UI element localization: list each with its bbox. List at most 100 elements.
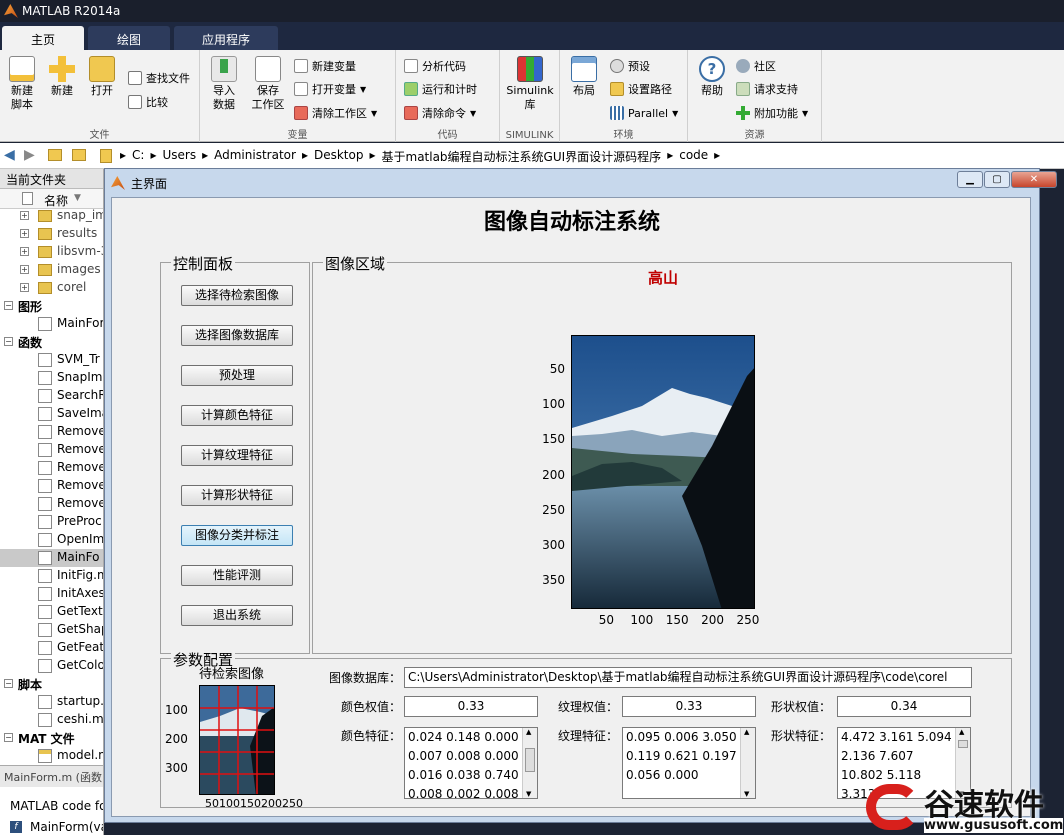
analyze-code-button[interactable]: 分析代码	[404, 56, 466, 76]
database-path-field[interactable]: C:\Users\Administrator\Desktop\基于matlab编…	[404, 667, 972, 688]
tree-file-item[interactable]: ceshi.m	[0, 711, 103, 729]
m-file-icon	[38, 497, 52, 511]
tree-file-item[interactable]: InitAxes	[0, 585, 103, 603]
request-support-button[interactable]: 请求支持	[736, 79, 798, 99]
scrollbar[interactable]: ▲ ▼	[740, 728, 755, 798]
tree-file-item[interactable]: Remove	[0, 441, 103, 459]
file-group: 新建 脚本 新建 打开 查找文件 比较 文件	[0, 50, 200, 142]
import-data-button[interactable]: 导入 数据	[204, 56, 244, 112]
tree-file-item[interactable]: Remove	[0, 477, 103, 495]
tree-folder-item[interactable]: + results	[0, 225, 103, 243]
scroll-thumb[interactable]	[525, 748, 535, 772]
tree-file-item[interactable]: SVM_Tr	[0, 351, 103, 369]
tree-section-header[interactable]: − 脚本	[0, 675, 103, 693]
tab-home[interactable]: 主页	[2, 26, 84, 50]
tree-file-item[interactable]: Remove	[0, 459, 103, 477]
preferences-button[interactable]: 预设	[610, 56, 650, 76]
tree-file-item[interactable]: InitFig.m	[0, 567, 103, 585]
performance-eval-button[interactable]: 性能评测	[181, 565, 293, 586]
tree-folder-item[interactable]: + snap_im	[0, 207, 103, 225]
help-button[interactable]: ? 帮助	[692, 56, 732, 98]
tree-file-item[interactable]: GetShap	[0, 621, 103, 639]
breadcrumb-segment[interactable]: C:	[132, 148, 144, 165]
tree-file-item[interactable]: model.m	[0, 747, 103, 765]
tree-folder-item[interactable]: + images	[0, 261, 103, 279]
new-script-button[interactable]: 新建 脚本	[2, 56, 42, 112]
tree-section-header[interactable]: − 图形	[0, 297, 103, 315]
add-ons-button[interactable]: 附加功能 ▼	[736, 103, 808, 123]
up-folder-icon[interactable]	[48, 149, 62, 161]
color-weight-field[interactable]: 0.33	[404, 696, 538, 717]
folder-icon	[38, 264, 52, 276]
find-files-button[interactable]: 查找文件	[128, 68, 190, 88]
texture-weight-field[interactable]: 0.33	[622, 696, 756, 717]
maximize-button[interactable]: ▢	[984, 171, 1010, 188]
control-panel: 控制面板 选择待检索图像 选择图像数据库 预处理 计算颜色特征 计算纹理特征 计算形状特征…	[160, 253, 310, 654]
breadcrumb-segment[interactable]: Users	[162, 148, 196, 165]
tree-file-item[interactable]: MainFo	[0, 549, 103, 567]
tree-folder-item[interactable]: + corel	[0, 279, 103, 297]
chevron-up-icon: ▲	[526, 728, 532, 736]
color-feature-list[interactable]: 0.024 0.148 0.000 0.007 0.008 0.000 0.016 …	[404, 727, 538, 799]
layout-button[interactable]: 布局	[564, 56, 604, 98]
select-query-image-button[interactable]: 选择待检索图像	[181, 285, 293, 306]
open-variable-button[interactable]: 打开变量 ▼	[294, 79, 366, 99]
classify-annotate-button[interactable]: 图像分类并标注	[181, 525, 293, 546]
feature-value-row: 0.056 0.000	[626, 768, 699, 782]
preprocess-button[interactable]: 预处理	[181, 365, 293, 386]
save-workspace-button[interactable]: 保存 工作区	[246, 56, 290, 112]
shape-weight-field[interactable]: 0.34	[837, 696, 971, 717]
compare-button[interactable]: 比较	[128, 92, 168, 112]
tree-file-item[interactable]: OpenIm	[0, 531, 103, 549]
community-button[interactable]: 社区	[736, 56, 776, 76]
tree-section-header[interactable]: − MAT 文件	[0, 729, 103, 747]
new-variable-button[interactable]: 新建变量	[294, 56, 356, 76]
tree-file-item[interactable]: MainFor	[0, 315, 103, 333]
close-button[interactable]: ✕	[1011, 171, 1057, 188]
tab-apps[interactable]: 应用程序	[174, 26, 278, 50]
tree-folder-item[interactable]: + libsvm-3	[0, 243, 103, 261]
set-path-button[interactable]: 设置路径	[610, 79, 672, 99]
tree-file-item[interactable]: GetFeat	[0, 639, 103, 657]
shape-feature-button[interactable]: 计算形状特征	[181, 485, 293, 506]
texture-feature-list[interactable]: 0.095 0.006 3.050 0.119 0.621 0.197 0.056 …	[622, 727, 756, 799]
scrollbar[interactable]: ▲ ▼	[522, 728, 537, 798]
select-database-button[interactable]: 选择图像数据库	[181, 325, 293, 346]
texture-feature-button[interactable]: 计算纹理特征	[181, 445, 293, 466]
tree-file-item[interactable]: SnapIm	[0, 369, 103, 387]
thumbnail-y-tick-label: 300	[165, 761, 188, 775]
y-tick-label: 100	[542, 397, 565, 412]
clear-commands-button[interactable]: 清除命令 ▼	[404, 103, 476, 123]
tree-file-item[interactable]: GetText	[0, 603, 103, 621]
tree-file-item[interactable]: SearchR	[0, 387, 103, 405]
mat-file-icon	[38, 749, 52, 763]
breadcrumb-segment[interactable]: Desktop	[314, 148, 364, 165]
tab-plots[interactable]: 绘图	[88, 26, 170, 50]
open-button[interactable]: 打开	[82, 56, 122, 98]
tree-file-item[interactable]: startup.	[0, 693, 103, 711]
name-column-header[interactable]: 名称 ▼	[0, 189, 103, 209]
run-and-time-button[interactable]: 运行和计时	[404, 79, 477, 99]
scroll-thumb[interactable]	[958, 740, 968, 748]
exit-button[interactable]: 退出系统	[181, 605, 293, 626]
tree-section-header[interactable]: − 函数	[0, 333, 103, 351]
breadcrumb-segment[interactable]: code	[679, 148, 708, 165]
parallel-button[interactable]: Parallel ▼	[610, 103, 678, 123]
back-icon[interactable]: ◀	[4, 147, 15, 163]
tree-file-item[interactable]: SaveIma	[0, 405, 103, 423]
color-feature-button[interactable]: 计算颜色特征	[181, 405, 293, 426]
browse-folder-icon[interactable]	[72, 149, 86, 161]
matlab-logo-icon	[4, 4, 18, 18]
breadcrumb-segment[interactable]: Administrator	[214, 148, 296, 165]
breadcrumb-segment[interactable]: 基于matlab编程自动标注系统GUI界面设计源码程序	[382, 148, 662, 165]
forward-icon[interactable]: ▶	[24, 147, 35, 163]
new-button[interactable]: 新建	[42, 56, 82, 98]
simulink-library-button[interactable]: Simulink 库	[506, 56, 554, 112]
tree-file-item[interactable]: PreProc	[0, 513, 103, 531]
minimize-button[interactable]: ▁	[957, 171, 983, 188]
clear-workspace-button[interactable]: 清除工作区 ▼	[294, 103, 377, 123]
tree-file-item[interactable]: Remove	[0, 423, 103, 441]
tree-file-item[interactable]: Remove	[0, 495, 103, 513]
tree-file-item[interactable]: GetColo	[0, 657, 103, 675]
m-file-icon	[38, 569, 52, 583]
